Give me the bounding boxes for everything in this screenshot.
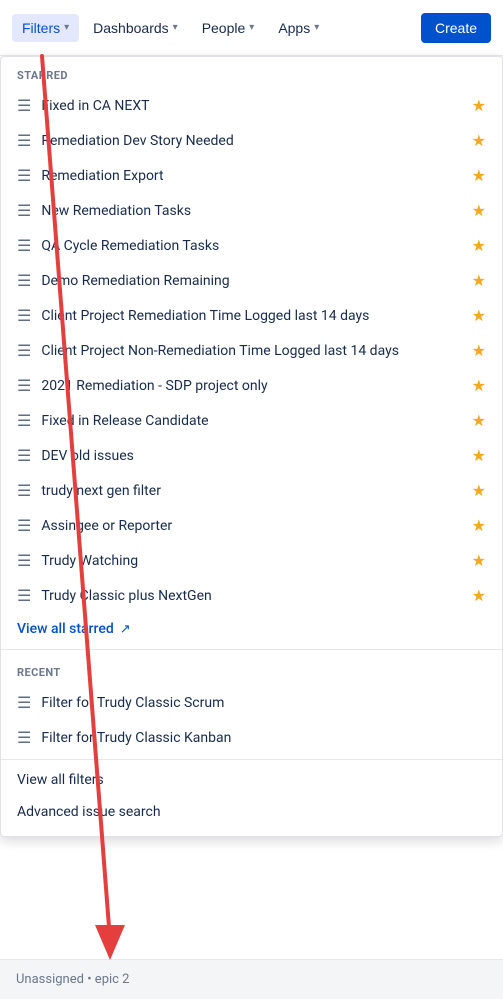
starred-item-10[interactable]: ☰ DEV old issues ★ — [1, 438, 502, 473]
recent-item-label-0: Filter for Trudy Classic Scrum — [41, 695, 486, 711]
filter-icon: ☰ — [17, 166, 31, 185]
star-icon-14: ★ — [472, 586, 486, 605]
starred-item-9[interactable]: ☰ Fixed in Release Candidate ★ — [1, 403, 502, 438]
star-icon-3: ★ — [472, 201, 486, 220]
filter-icon: ☰ — [17, 131, 31, 150]
filter-icon: ☰ — [17, 516, 31, 535]
filter-icon: ☰ — [17, 728, 31, 747]
star-icon-0: ★ — [472, 96, 486, 115]
starred-item-1[interactable]: ☰ Remediation Dev Story Needed ★ — [1, 123, 502, 158]
starred-item-7[interactable]: ☰ Client Project Non-Remediation Time Lo… — [1, 333, 502, 368]
starred-item-12[interactable]: ☰ Assingee or Reporter ★ — [1, 508, 502, 543]
filter-icon: ☰ — [17, 693, 31, 712]
filter-icon: ☰ — [17, 481, 31, 500]
starred-item-6[interactable]: ☰ Client Project Remediation Time Logged… — [1, 298, 502, 333]
starred-item-13[interactable]: ☰ Trudy Watching ★ — [1, 543, 502, 578]
bottom-bar: Unassigned • epic 2 — [0, 959, 503, 999]
advanced-issue-search-link[interactable]: Advanced issue search — [1, 796, 502, 828]
starred-item-label-12: Assingee or Reporter — [41, 518, 461, 534]
starred-item-label-8: 2021 Remediation - SDP project only — [41, 378, 461, 394]
filter-icon: ☰ — [17, 411, 31, 430]
filter-icon: ☰ — [17, 236, 31, 255]
starred-item-label-0: Fixed in CA NEXT — [41, 98, 461, 114]
filter-icon: ☰ — [17, 96, 31, 115]
recent-section-header: RECENT — [1, 654, 502, 685]
starred-item-label-1: Remediation Dev Story Needed — [41, 133, 461, 149]
filter-icon: ☰ — [17, 306, 31, 325]
starred-item-label-3: New Remediation Tasks — [41, 203, 461, 219]
starred-item-label-9: Fixed in Release Candidate — [41, 413, 461, 429]
star-icon-10: ★ — [472, 446, 486, 465]
dashboards-chevron-icon: ▾ — [173, 22, 178, 33]
view-all-filters-link[interactable]: View all filters — [1, 764, 502, 796]
starred-item-label-10: DEV old issues — [41, 448, 461, 464]
star-icon-9: ★ — [472, 411, 486, 430]
star-icon-2: ★ — [472, 166, 486, 185]
create-button[interactable]: Create — [421, 13, 491, 43]
star-icon-1: ★ — [472, 131, 486, 150]
apps-label: Apps — [278, 20, 310, 36]
filters-label: Filters — [22, 20, 60, 36]
starred-item-5[interactable]: ☰ Demo Remediation Remaining ★ — [1, 263, 502, 298]
starred-item-label-14: Trudy Classic plus NextGen — [41, 588, 461, 604]
filter-icon: ☰ — [17, 376, 31, 395]
filters-chevron-icon: ▾ — [64, 22, 69, 33]
starred-section-header: STARRED — [1, 57, 502, 88]
apps-chevron-icon: ▾ — [314, 22, 319, 33]
view-all-filters-label: View all filters — [17, 772, 104, 788]
starred-item-label-4: QA Cycle Remediation Tasks — [41, 238, 461, 254]
recent-item-label-1: Filter for Trudy Classic Kanban — [41, 730, 486, 746]
filter-icon: ☰ — [17, 446, 31, 465]
filter-icon: ☰ — [17, 551, 31, 570]
people-label: People — [202, 20, 246, 36]
starred-item-label-2: Remediation Export — [41, 168, 461, 184]
star-icon-5: ★ — [472, 271, 486, 290]
section-divider-2 — [1, 759, 502, 760]
view-all-starred-link[interactable]: View all starred ↗ — [1, 613, 502, 645]
filter-icon: ☰ — [17, 586, 31, 605]
people-menu-button[interactable]: People ▾ — [192, 14, 265, 42]
star-icon-8: ★ — [472, 376, 486, 395]
starred-item-3[interactable]: ☰ New Remediation Tasks ★ — [1, 193, 502, 228]
star-icon-12: ★ — [472, 516, 486, 535]
starred-item-14[interactable]: ☰ Trudy Classic plus NextGen ★ — [1, 578, 502, 613]
star-icon-6: ★ — [472, 306, 486, 325]
starred-item-2[interactable]: ☰ Remediation Export ★ — [1, 158, 502, 193]
recent-item-1[interactable]: ☰ Filter for Trudy Classic Kanban — [1, 720, 502, 755]
external-link-icon: ↗ — [120, 622, 131, 637]
section-divider — [1, 649, 502, 650]
star-icon-13: ★ — [472, 551, 486, 570]
filters-dropdown: STARRED ☰ Fixed in CA NEXT ★ ☰ Remediati… — [0, 56, 503, 837]
navbar: Filters ▾ Dashboards ▾ People ▾ Apps ▾ C… — [0, 0, 503, 56]
starred-item-8[interactable]: ☰ 2021 Remediation - SDP project only ★ — [1, 368, 502, 403]
dashboards-menu-button[interactable]: Dashboards ▾ — [83, 14, 188, 42]
starred-item-label-11: trudy next gen filter — [41, 483, 461, 499]
starred-item-4[interactable]: ☰ QA Cycle Remediation Tasks ★ — [1, 228, 502, 263]
starred-item-label-6: Client Project Remediation Time Logged l… — [41, 308, 461, 324]
star-icon-7: ★ — [472, 341, 486, 360]
view-all-starred-label: View all starred — [17, 621, 114, 637]
star-icon-4: ★ — [472, 236, 486, 255]
starred-item-11[interactable]: ☰ trudy next gen filter ★ — [1, 473, 502, 508]
apps-menu-button[interactable]: Apps ▾ — [268, 14, 329, 42]
dashboards-label: Dashboards — [93, 20, 169, 36]
filter-icon: ☰ — [17, 201, 31, 220]
bottom-bar-text: Unassigned • epic 2 — [16, 972, 130, 987]
people-chevron-icon: ▾ — [249, 22, 254, 33]
recent-item-0[interactable]: ☰ Filter for Trudy Classic Scrum — [1, 685, 502, 720]
filter-icon: ☰ — [17, 341, 31, 360]
starred-item-0[interactable]: ☰ Fixed in CA NEXT ★ — [1, 88, 502, 123]
advanced-issue-search-label: Advanced issue search — [17, 804, 161, 820]
starred-item-label-13: Trudy Watching — [41, 553, 461, 569]
filters-menu-button[interactable]: Filters ▾ — [12, 14, 79, 42]
star-icon-11: ★ — [472, 481, 486, 500]
starred-item-label-7: Client Project Non-Remediation Time Logg… — [41, 343, 461, 359]
filter-icon: ☰ — [17, 271, 31, 290]
starred-item-label-5: Demo Remediation Remaining — [41, 273, 461, 289]
